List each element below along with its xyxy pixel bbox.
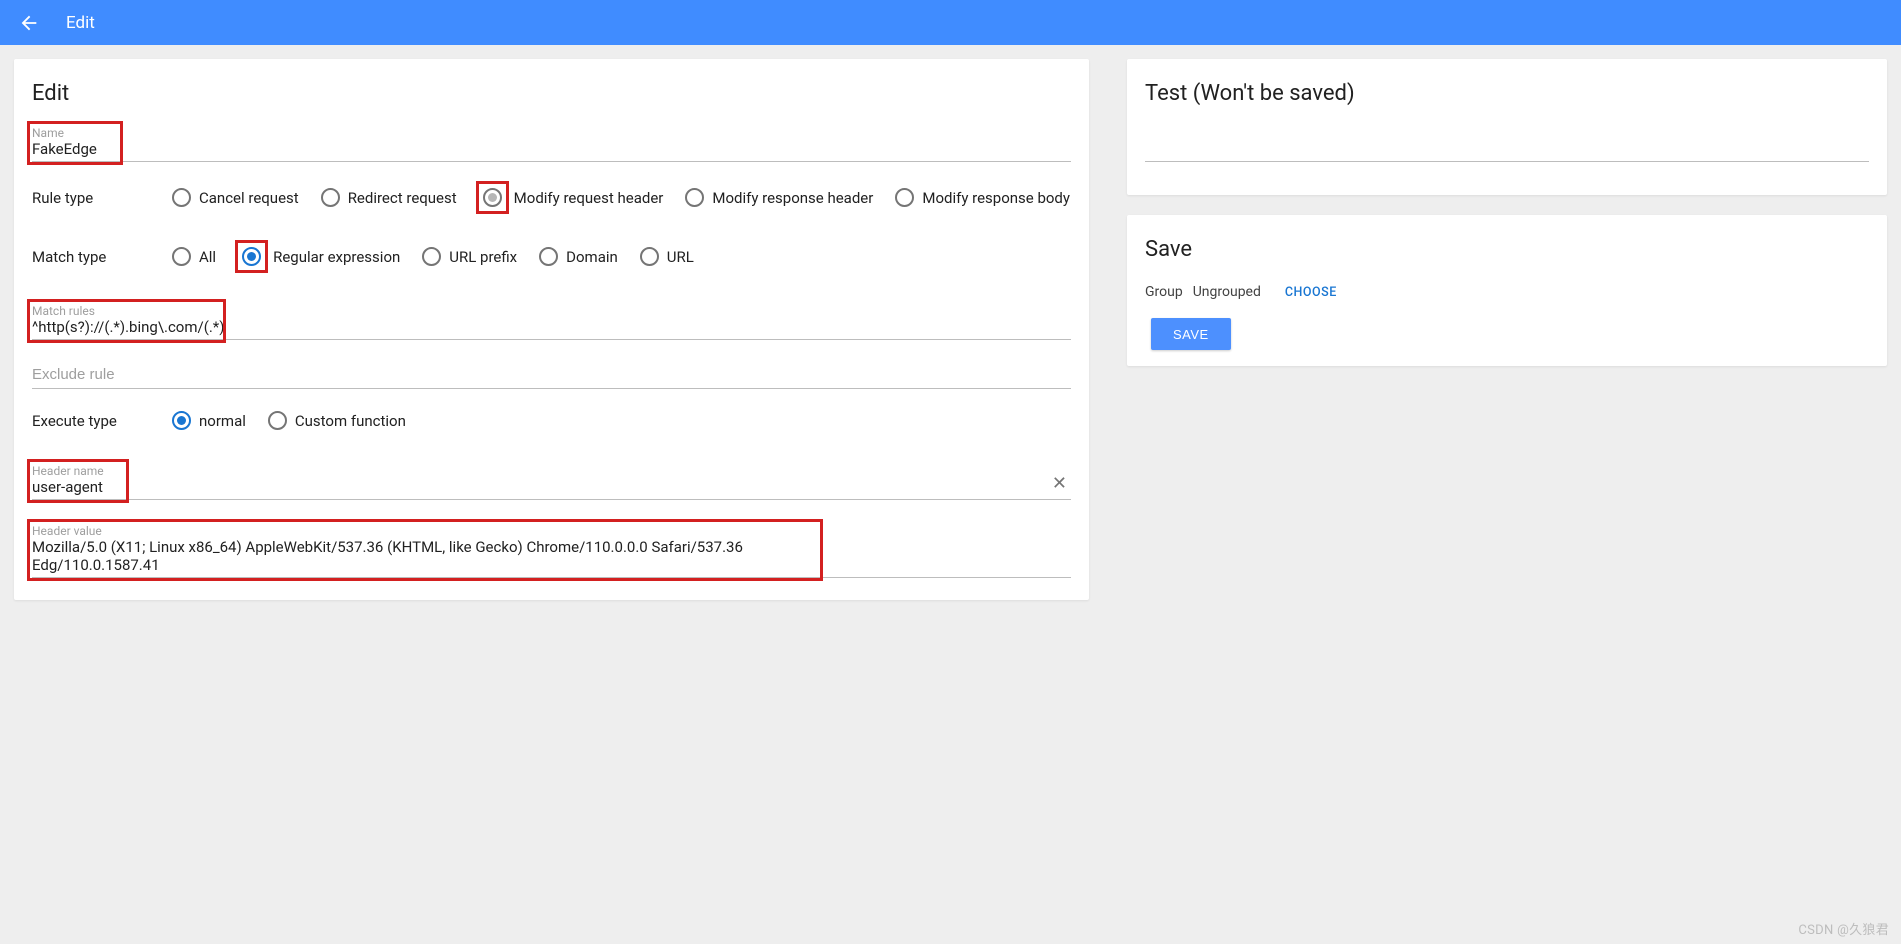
match-type-option-regex[interactable]: Regular expression	[238, 243, 400, 270]
header-name-display: user-agent	[32, 478, 103, 496]
match-type-option-url[interactable]: URL	[640, 247, 694, 266]
group-label: Group	[1145, 284, 1183, 300]
radio-icon	[685, 188, 704, 207]
close-icon[interactable]: ✕	[1052, 473, 1067, 494]
rule-type-option-modify-response-body[interactable]: Modify response body	[895, 188, 1070, 207]
execute-type-option-normal[interactable]: normal	[172, 411, 246, 430]
radio-icon	[483, 188, 502, 207]
radio-icon	[172, 411, 191, 430]
app-bar: Edit	[0, 0, 1901, 45]
test-card: Test (Won't be saved)	[1127, 59, 1887, 195]
radio-icon	[321, 188, 340, 207]
test-input[interactable]	[1145, 140, 1869, 162]
app-bar-title: Edit	[66, 13, 95, 33]
choose-button[interactable]: CHOOSE	[1285, 285, 1337, 300]
rule-type-option-modify-response-header[interactable]: Modify response header	[685, 188, 873, 207]
match-type-label: Match type	[32, 248, 172, 266]
rule-type-option-modify-request-header[interactable]: Modify request header	[479, 184, 664, 211]
match-type-option-url-prefix[interactable]: URL prefix	[422, 247, 517, 266]
rule-type-option-cancel[interactable]: Cancel request	[172, 188, 299, 207]
header-name-label: Header name	[32, 464, 120, 478]
save-title: Save	[1145, 237, 1869, 262]
name-label: Name	[32, 126, 114, 140]
edit-section-title: Edit	[32, 81, 1071, 106]
match-type-option-all[interactable]: All	[172, 247, 216, 266]
back-arrow-icon[interactable]	[18, 12, 40, 34]
match-rules-label: Match rules	[32, 304, 213, 318]
rule-type-row: Rule type Cancel request Redirect reques…	[32, 184, 1071, 211]
radio-icon	[640, 247, 659, 266]
test-title: Test (Won't be saved)	[1145, 81, 1869, 106]
rule-type-option-redirect[interactable]: Redirect request	[321, 188, 457, 207]
match-rules-display: ^http(s?)://(.*).bing\.com/(.*)	[32, 318, 224, 336]
save-button[interactable]: SAVE	[1151, 318, 1231, 350]
match-type-row: Match type All Regular expression URL pr…	[32, 243, 1071, 270]
header-value-display: Mozilla/5.0 (X11; Linux x86_64) AppleWeb…	[32, 538, 743, 574]
radio-icon	[539, 247, 558, 266]
radio-icon	[242, 247, 261, 266]
header-value-label: Header value	[32, 524, 814, 538]
radio-icon	[172, 247, 191, 266]
name-display: FakeEdge	[32, 140, 97, 158]
radio-icon	[268, 411, 287, 430]
rule-type-label: Rule type	[32, 189, 172, 207]
group-value: Ungrouped	[1193, 284, 1261, 300]
execute-type-label: Execute type	[32, 412, 172, 430]
radio-icon	[422, 247, 441, 266]
watermark: CSDN @久狼君	[1798, 919, 1889, 938]
execute-type-option-custom[interactable]: Custom function	[268, 411, 406, 430]
edit-card: Edit Name FakeEdge Rule type Cancel requ…	[14, 59, 1089, 600]
radio-icon	[895, 188, 914, 207]
match-type-option-domain[interactable]: Domain	[539, 247, 618, 266]
radio-icon	[172, 188, 191, 207]
exclude-rule-input[interactable]	[32, 362, 1071, 389]
execute-type-row: Execute type normal Custom function	[32, 411, 1071, 430]
save-card: Save Group Ungrouped CHOOSE SAVE	[1127, 215, 1887, 366]
